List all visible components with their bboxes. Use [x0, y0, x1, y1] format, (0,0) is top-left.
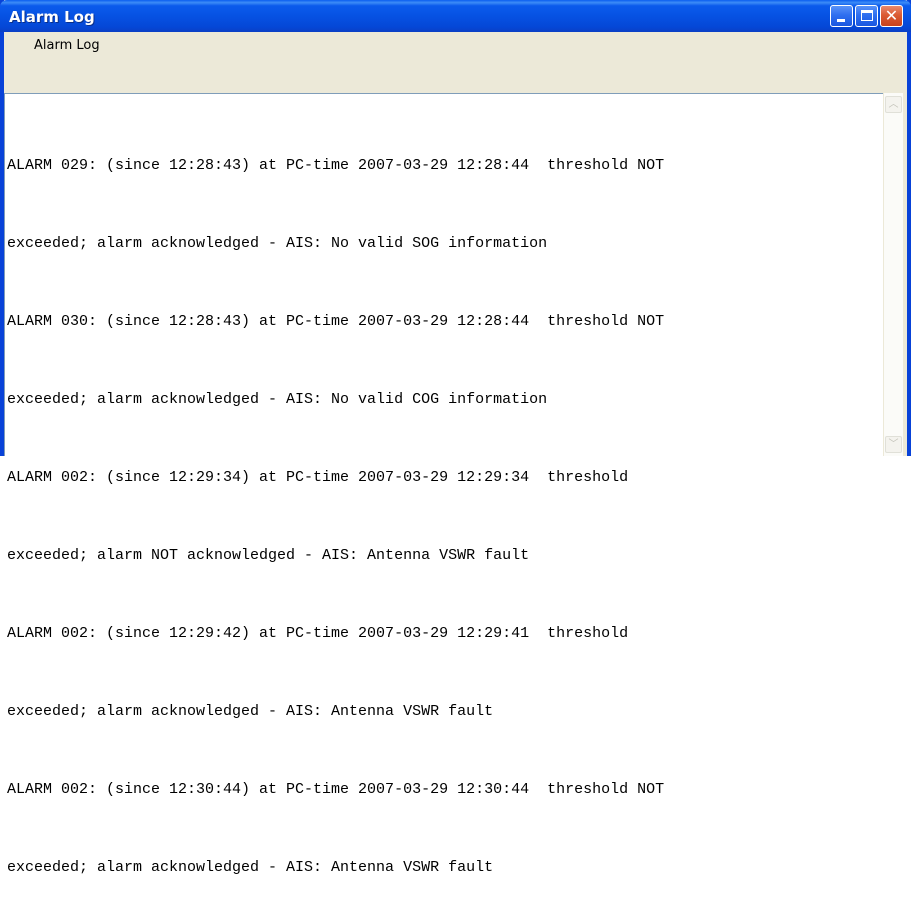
chevron-down-icon: ﹀: [888, 439, 899, 450]
menu-item-alarm-log[interactable]: Alarm Log: [34, 38, 100, 53]
minimize-button[interactable]: [830, 5, 853, 27]
maximize-button[interactable]: [855, 5, 878, 27]
log-line: exceeded; alarm acknowledged - AIS: Ante…: [7, 859, 494, 876]
window-title: Alarm Log: [9, 8, 95, 26]
close-button[interactable]: ✕: [880, 5, 903, 27]
menu-bar: Alarm Log: [4, 32, 907, 60]
minimize-icon: [837, 19, 845, 22]
log-line: exceeded; alarm acknowledged - AIS: No v…: [7, 235, 548, 252]
log-line: ALARM 030: (since 12:28:43) at PC-time 2…: [7, 313, 665, 330]
chevron-up-icon: ︿: [888, 99, 899, 110]
log-line: ALARM 002: (since 12:29:34) at PC-time 2…: [7, 469, 629, 486]
scroll-up-button[interactable]: ︿: [885, 96, 902, 113]
log-line: exceeded; alarm NOT acknowledged - AIS: …: [7, 547, 530, 564]
log-line: ALARM 002: (since 12:29:42) at PC-time 2…: [7, 625, 629, 642]
log-line: ALARM 029: (since 12:28:43) at PC-time 2…: [7, 157, 665, 174]
maximize-icon: [861, 10, 873, 21]
log-line: ALARM 002: (since 12:30:44) at PC-time 2…: [7, 781, 665, 798]
close-icon: ✕: [884, 6, 899, 25]
log-line: exceeded; alarm acknowledged - AIS: Ante…: [7, 703, 494, 720]
log-line: exceeded; alarm acknowledged - AIS: No v…: [7, 391, 548, 408]
vertical-scrollbar[interactable]: ︿ ﹀: [883, 93, 903, 456]
alarm-log-content: ALARM 029: (since 12:28:43) at PC-time 2…: [7, 101, 879, 907]
scroll-down-button[interactable]: ﹀: [885, 436, 902, 453]
title-bar[interactable]: Alarm Log ✕: [0, 0, 911, 32]
